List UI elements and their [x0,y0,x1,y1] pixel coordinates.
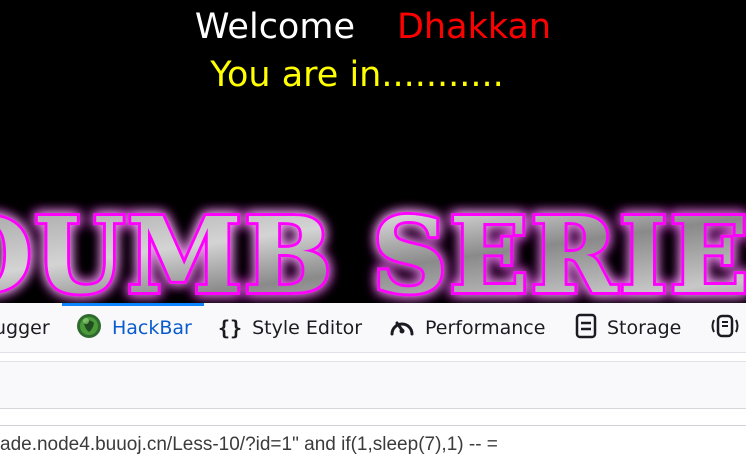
status-message: You are in........... [210,55,504,95]
storage-icon [575,313,597,344]
curly-braces-icon: {} [218,316,243,340]
welcome-line: Welcome Dhakkan [0,6,746,48]
url-input-value[interactable]: ade.node4.buuoj.cn/Less-10/?id=1" and if… [0,434,746,456]
tab-label: Performance [425,317,546,339]
welcome-username: Dhakkan [396,7,552,47]
gauge-icon [389,314,415,343]
tab-debugger[interactable]: ugger [0,303,50,353]
tab-label: ugger [0,317,50,339]
tab-accessibility[interactable] [710,303,746,353]
tab-style-editor[interactable]: {} Style Editor [218,303,362,353]
tab-label: Storage [607,317,682,339]
web-page-content: Welcome Dhakkan You are in........... DUM… [0,0,746,303]
hackbar-toolbar [0,361,746,409]
banner-text: DUMB SERIES [0,194,746,303]
tab-hackbar[interactable]: HackBar [62,303,204,353]
tab-label: HackBar [112,317,192,339]
hackbar-logo-icon [76,313,102,344]
accessibility-icon [710,313,740,344]
dumb-series-banner: DUMB SERIES [0,191,746,303]
devtools-tab-bar: ugger HackBar {} Style Editor Performanc… [0,303,746,353]
tab-performance[interactable]: Performance [389,303,545,353]
hackbar-url-field[interactable]: ade.node4.buuoj.cn/Less-10/?id=1" and if… [0,425,746,466]
welcome-text: Welcome [194,7,355,47]
tab-storage[interactable]: Storage [575,303,681,353]
tab-label: Style Editor [252,317,363,339]
